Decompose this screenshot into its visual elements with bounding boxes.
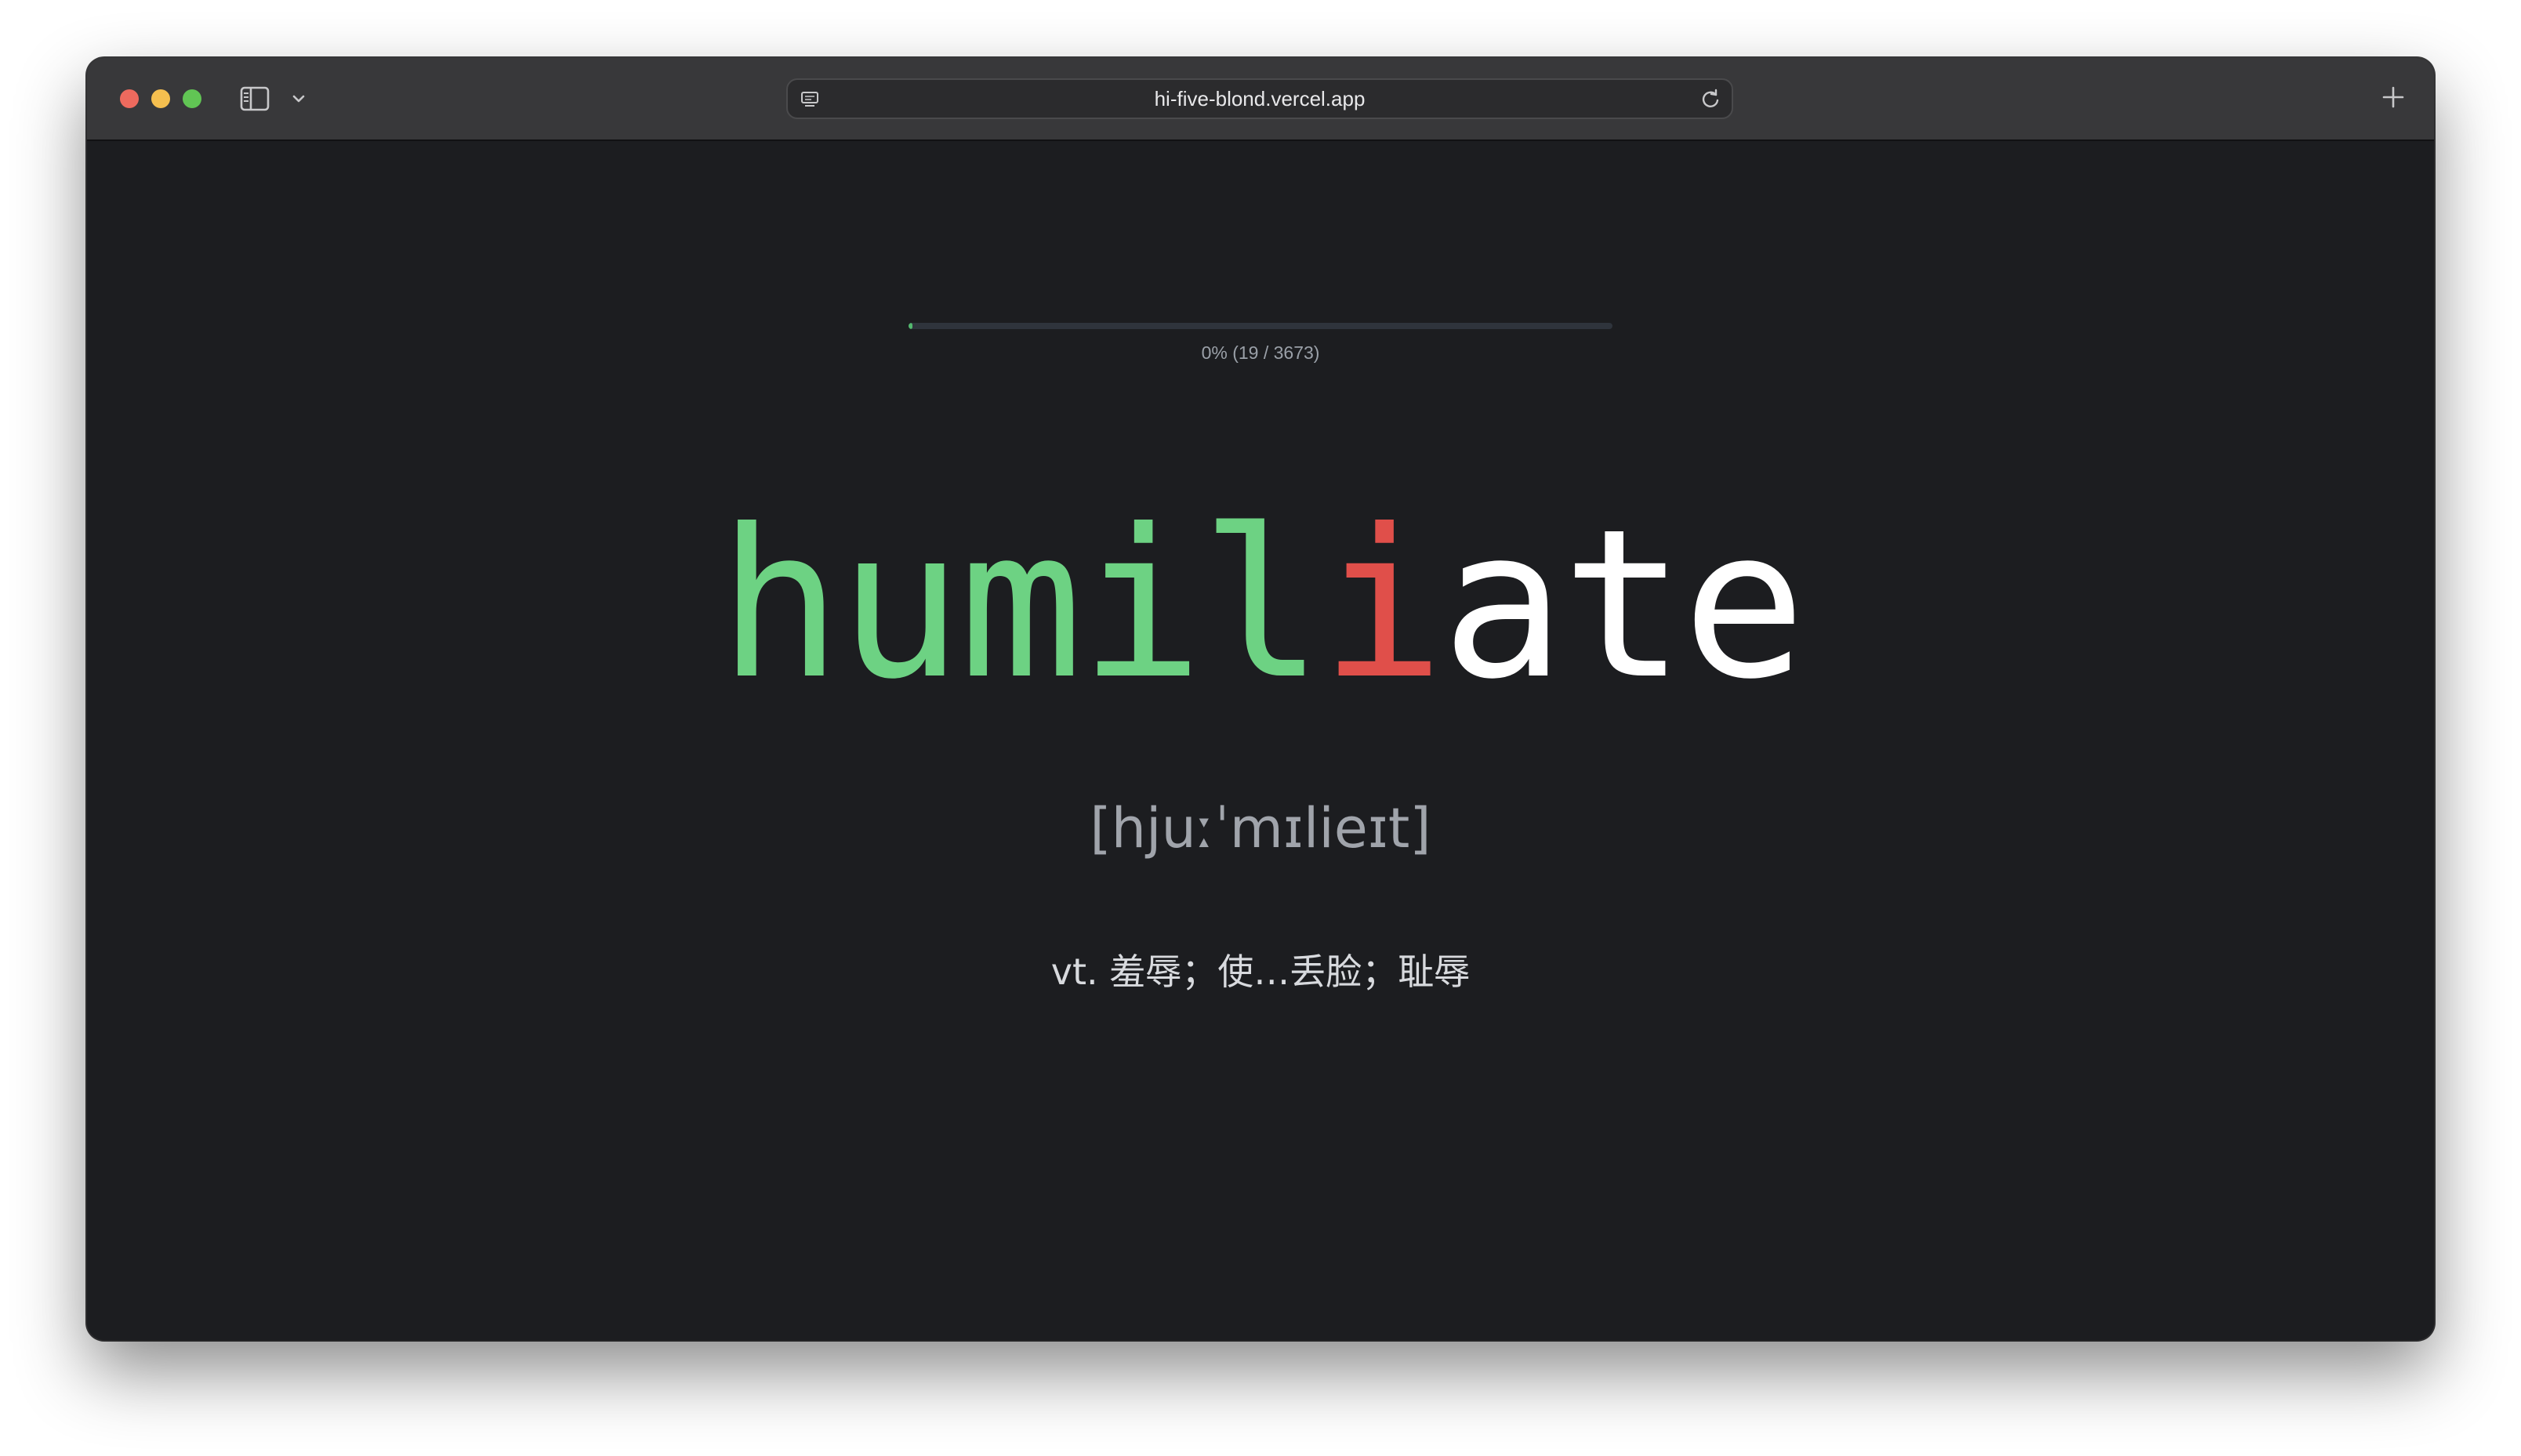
typing-word[interactable]: humiliate [87, 487, 2434, 723]
chevron-down-icon[interactable] [288, 88, 310, 110]
browser-window: hi-five-blond.vercel.app 0% (19 / 3673) … [87, 58, 2434, 1340]
word-letter-wrong: i [1320, 485, 1445, 724]
title-bar: hi-five-blond.vercel.app [87, 58, 2434, 141]
plus-icon[interactable] [2379, 83, 2407, 111]
sidebar-icon[interactable] [239, 85, 270, 113]
progress-label: 0% (19 / 3673) [1201, 342, 1320, 363]
word-letter-correct: m [959, 485, 1083, 724]
close-window-button[interactable] [120, 89, 139, 108]
word-letter-correct: l [1200, 485, 1324, 724]
word-letter-pending: a [1441, 485, 1565, 724]
word-letter-pending: e [1682, 485, 1806, 724]
progress-bar [909, 323, 1612, 329]
zoom-window-button[interactable] [183, 89, 201, 108]
phonetic: [hjuːˈmɪlieɪt] [1090, 796, 1431, 860]
word-letter-pending: t [1562, 485, 1685, 724]
word-letter-correct: u [838, 485, 963, 724]
word-letter-correct: i [1079, 485, 1203, 724]
url-text[interactable]: hi-five-blond.vercel.app [788, 80, 1732, 118]
reload-icon[interactable] [1699, 88, 1722, 111]
word-letter-correct: h [718, 485, 842, 724]
page-content: 0% (19 / 3673) humiliate [hjuːˈmɪlieɪt] … [87, 141, 2434, 1340]
address-bar[interactable]: hi-five-blond.vercel.app [786, 78, 1733, 119]
minimize-window-button[interactable] [151, 89, 170, 108]
progress-fill [909, 323, 912, 329]
definition: vt. 羞辱；使…丢脸；耻辱 [1050, 951, 1471, 993]
